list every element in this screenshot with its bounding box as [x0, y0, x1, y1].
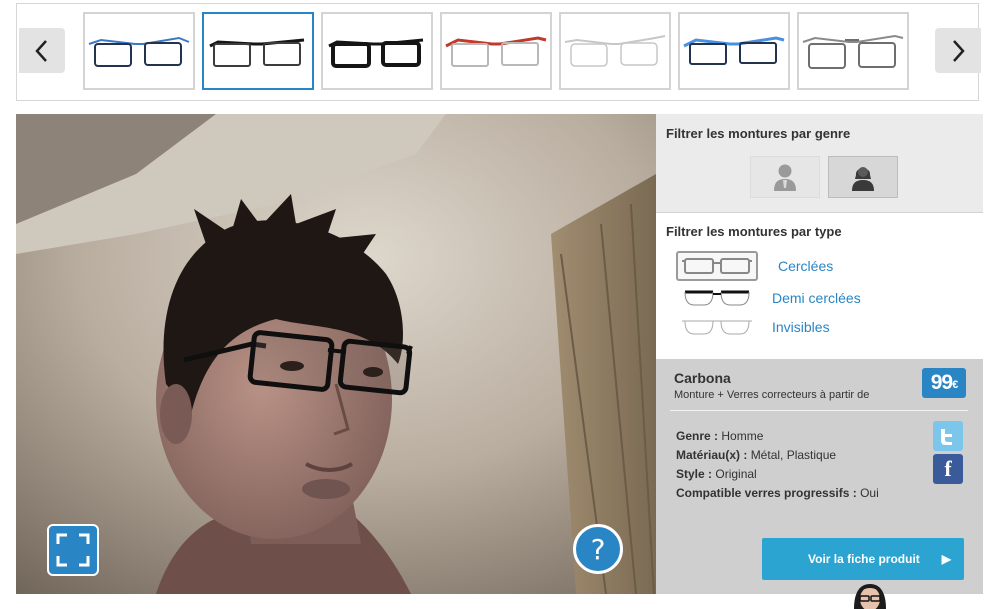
glasses-thumbnail — [564, 35, 666, 67]
type-filter: Filtrer les montures par type Cerclées D… — [656, 213, 983, 359]
carousel-thumb[interactable] — [321, 12, 433, 90]
carousel-thumb[interactable] — [678, 12, 790, 90]
type-label-cerclees: Cerclées — [778, 258, 834, 274]
spec-style: Style : Original — [676, 467, 757, 481]
half-rim-glasses-icon — [676, 283, 758, 313]
carousel-thumb[interactable] — [440, 12, 552, 90]
glasses-thumbnail — [209, 38, 305, 67]
product-name: Carbona — [674, 370, 731, 386]
filters-panel: Filtrer les montures par genre Filtrer l… — [656, 114, 983, 594]
carousel-thumb[interactable] — [83, 12, 195, 90]
view-product-label: Voir la fiche produit — [808, 552, 920, 566]
assistant-avatar-image — [854, 584, 886, 609]
type-option-invisibles[interactable]: Invisibles — [676, 312, 830, 342]
facebook-share-button[interactable]: f — [933, 454, 963, 484]
carousel-thumb[interactable] — [559, 12, 671, 90]
glasses-thumbnail — [445, 36, 547, 67]
webcam-viewer: ? — [16, 114, 656, 594]
glasses-thumbnail — [683, 36, 785, 65]
spec-progressifs: Compatible verres progressifs : Oui — [676, 486, 879, 500]
frames-carousel — [16, 3, 981, 101]
assistant-avatar[interactable] — [846, 580, 894, 609]
product-subtitle: Monture + Verres correcteurs à partir de — [674, 389, 870, 401]
type-label-invisibles: Invisibles — [772, 319, 830, 335]
full-rim-glasses-icon — [676, 251, 758, 281]
carousel-next-button[interactable] — [935, 28, 981, 73]
twitter-share-button[interactable] — [933, 421, 963, 451]
chevron-left-icon — [35, 39, 47, 62]
gender-filter: Filtrer les montures par genre — [656, 114, 983, 213]
filter-man-button[interactable] — [750, 156, 820, 198]
product-details: Carbona Monture + Verres correcteurs à p… — [656, 359, 983, 594]
gender-filter-title: Filtrer les montures par genre — [666, 126, 851, 141]
type-label-demi-cerclees: Demi cerclées — [772, 290, 861, 306]
glasses-thumbnail — [328, 38, 424, 68]
price-value: 99 — [930, 371, 953, 394]
divider — [670, 410, 968, 411]
view-product-button[interactable]: Voir la fiche produit ▶ — [762, 538, 964, 580]
spec-genre: Genre : Homme — [676, 429, 764, 443]
type-option-demi-cerclees[interactable]: Demi cerclées — [676, 283, 861, 313]
carousel-prev-button[interactable] — [19, 28, 65, 73]
facebook-icon: f — [944, 456, 952, 481]
help-button[interactable]: ? — [573, 524, 623, 574]
price-badge: 99 € — [922, 368, 966, 398]
webcam-photo — [16, 114, 656, 594]
spec-materiaux: Matériau(x) : Métal, Plastique — [676, 448, 837, 462]
carousel-thumb-selected[interactable] — [202, 12, 314, 90]
fullscreen-icon — [56, 533, 90, 567]
man-icon — [774, 164, 796, 191]
fullscreen-button[interactable] — [47, 524, 99, 576]
glasses-thumbnail — [88, 36, 190, 67]
carousel-thumb[interactable] — [797, 12, 909, 90]
play-triangle-icon: ▶ — [941, 552, 952, 566]
glasses-thumbnail — [802, 34, 904, 69]
woman-icon — [852, 167, 874, 191]
chevron-right-icon — [953, 39, 965, 62]
type-filter-title: Filtrer les montures par type — [666, 224, 842, 239]
rimless-glasses-icon — [676, 312, 758, 342]
price-currency: € — [952, 379, 958, 391]
twitter-icon — [941, 429, 952, 445]
filter-woman-button[interactable] — [828, 156, 898, 198]
type-option-cerclees[interactable]: Cerclées — [676, 251, 833, 281]
